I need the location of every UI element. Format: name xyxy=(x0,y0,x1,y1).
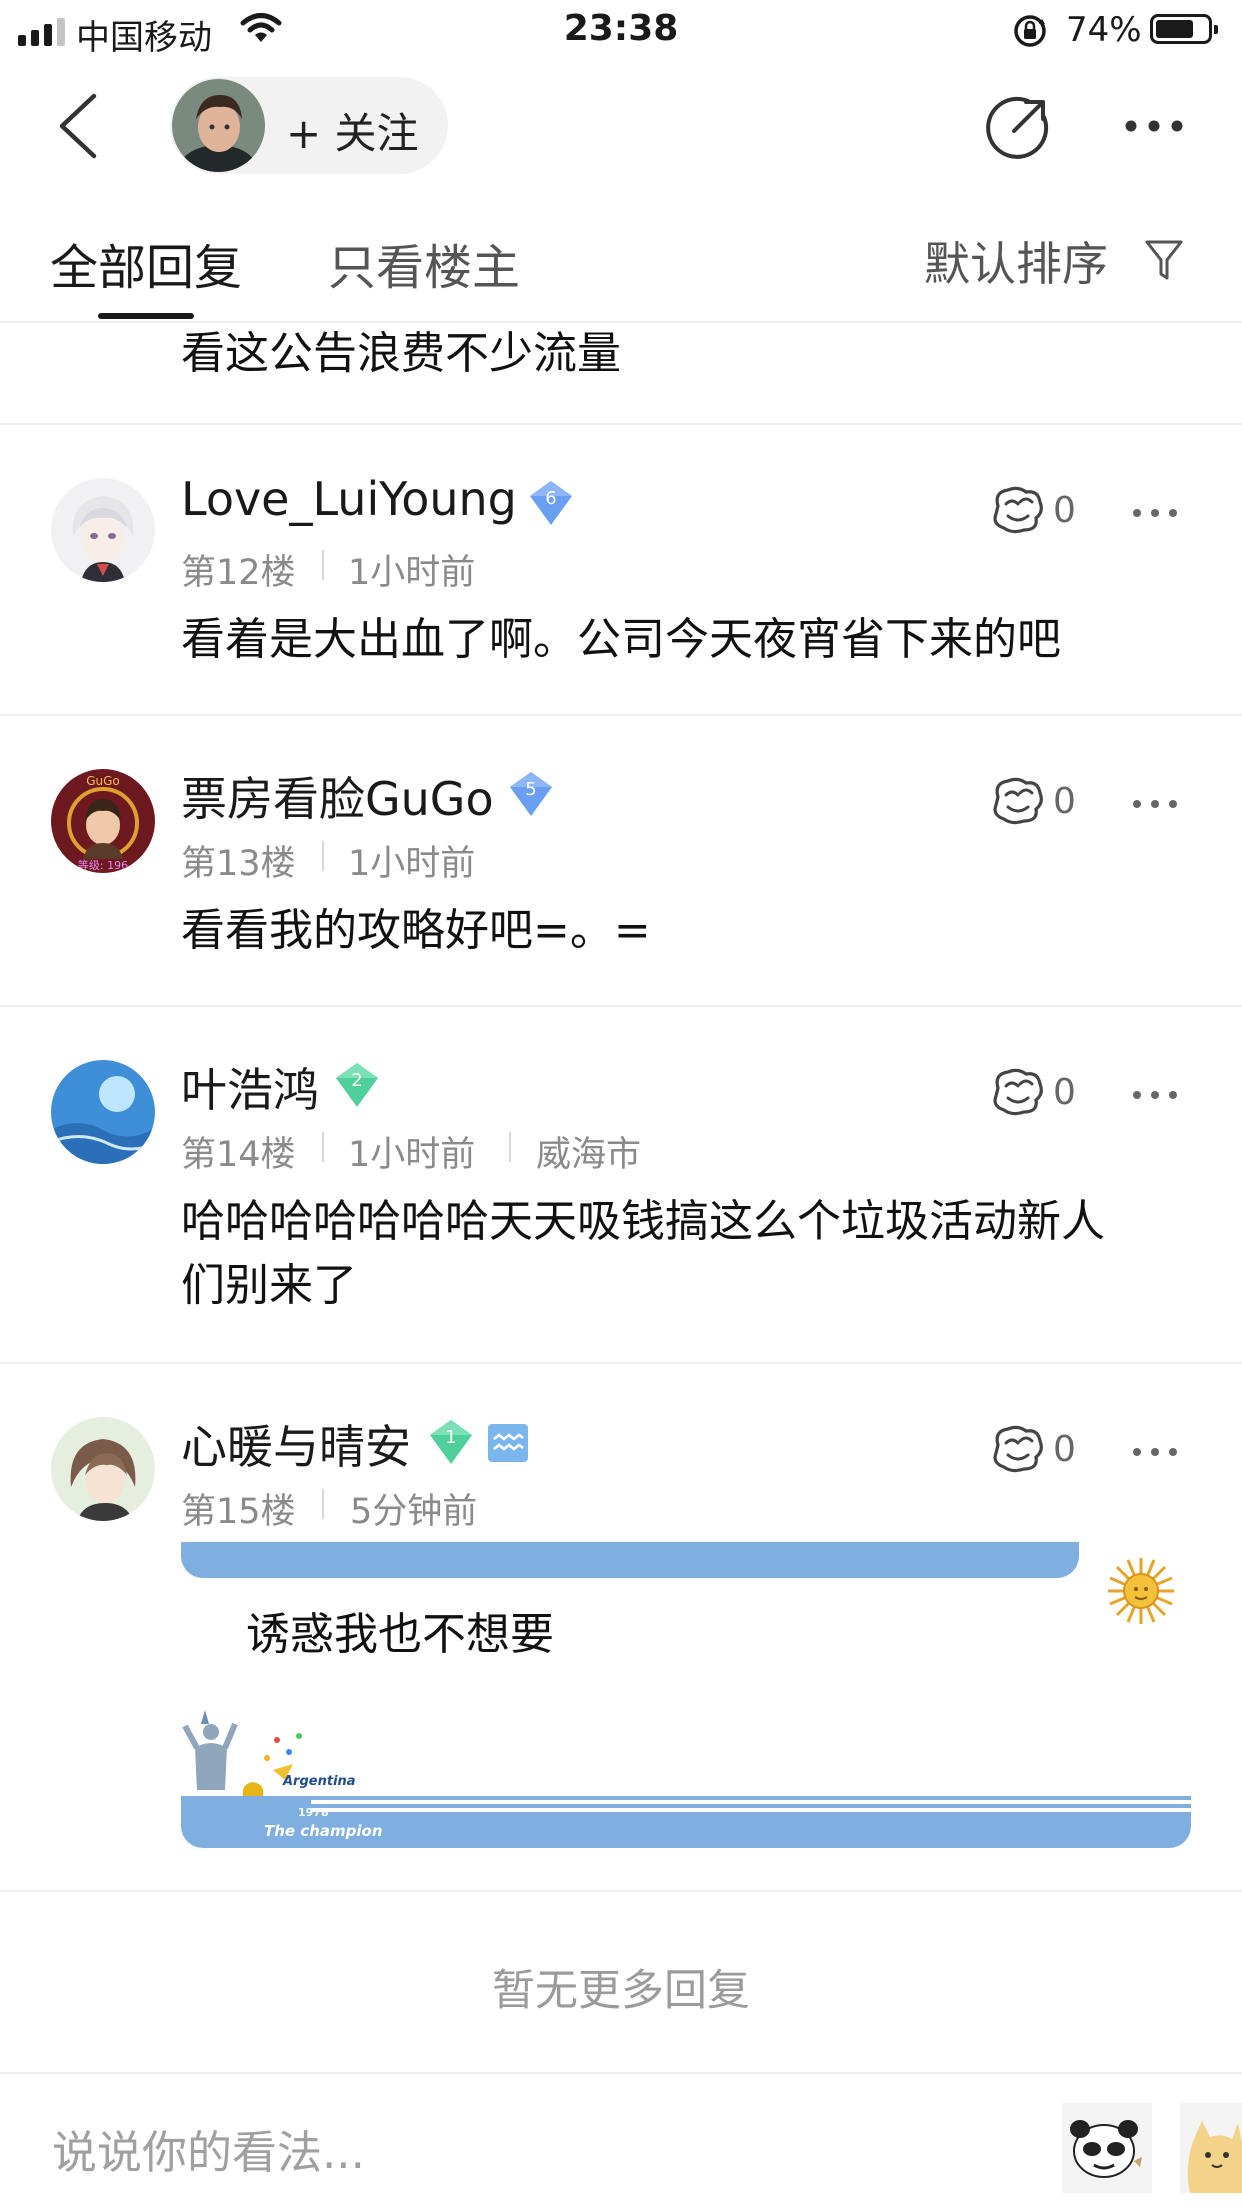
post-time: 1小时前 xyxy=(348,844,476,884)
panda-sticker-icon[interactable] xyxy=(1062,2103,1152,2193)
username[interactable]: 票房看脸GuGo xyxy=(181,763,494,829)
more-options-icon[interactable] xyxy=(1124,118,1184,137)
status-time: 23:38 xyxy=(563,8,679,49)
level-number: 1 xyxy=(445,1427,456,1448)
divider xyxy=(0,714,1242,716)
divider xyxy=(0,1890,1242,1892)
like-icon[interactable] xyxy=(990,1066,1046,1122)
sort-dropdown[interactable]: 默认排序 xyxy=(924,228,1108,294)
user-avatar[interactable] xyxy=(51,1060,155,1164)
comment-text: 看这公告浪费不少流量 xyxy=(181,328,621,379)
status-bar: 中国移动 23:38 74% xyxy=(0,0,1242,62)
tab-all-replies[interactable]: 全部回复 xyxy=(50,228,242,298)
divider xyxy=(0,1362,1242,1364)
level-badge: 1 xyxy=(426,1417,476,1467)
author-avatar[interactable] xyxy=(172,79,265,172)
username[interactable]: 心暖与晴安 xyxy=(181,1411,411,1477)
floor-number: 第12楼 xyxy=(181,553,296,593)
active-tab-indicator xyxy=(98,313,194,319)
back-button[interactable] xyxy=(56,92,100,164)
comment-text: 看着是大出血了啊。公司今天夜宵省下来的吧 xyxy=(181,614,1061,665)
rotation-lock-icon xyxy=(1012,13,1048,58)
divider xyxy=(0,1005,1242,1007)
floor-number: 第13楼 xyxy=(181,844,296,884)
follow-label: + 关注 xyxy=(286,109,419,158)
level-badge: 5 xyxy=(506,769,556,819)
comment-text-line2: 们别来了 xyxy=(181,1260,357,1311)
like-count: 0 xyxy=(1053,490,1076,531)
avatar-label: GuGo xyxy=(86,774,120,788)
post-time: 5分钟前 xyxy=(350,1492,478,1532)
like-icon[interactable] xyxy=(990,775,1046,831)
cat-sticker-icon[interactable] xyxy=(1180,2103,1242,2193)
comment-tail-top xyxy=(181,1542,1079,1578)
meta-divider xyxy=(322,841,324,871)
floor-number: 第15楼 xyxy=(181,1492,296,1532)
aquarius-badge-icon xyxy=(488,1424,528,1466)
username[interactable]: Love_LuiYoung xyxy=(181,472,517,526)
filter-icon[interactable] xyxy=(1144,238,1184,286)
battery-icon xyxy=(1150,14,1218,44)
meta-divider xyxy=(322,550,324,580)
user-avatar[interactable]: GuGo 等级: 196 xyxy=(51,769,155,873)
like-icon[interactable] xyxy=(990,484,1046,540)
meta-divider xyxy=(509,1132,511,1162)
like-count: 0 xyxy=(1053,1072,1076,1113)
user-avatar[interactable] xyxy=(51,1417,155,1521)
share-icon[interactable] xyxy=(984,95,1050,165)
comment-text: 看看我的攻略好吧=。= xyxy=(181,905,651,956)
floor-number: 第14楼 xyxy=(181,1135,296,1175)
level-badge: 6 xyxy=(526,478,576,528)
like-count: 0 xyxy=(1053,781,1076,822)
tail-caption: The champion xyxy=(264,1822,383,1840)
post-location: 威海市 xyxy=(536,1135,642,1175)
no-more-replies: 暂无更多回复 xyxy=(492,1966,750,2016)
level-number: 2 xyxy=(351,1070,362,1091)
sun-of-may-icon xyxy=(1106,1556,1176,1630)
like-icon[interactable] xyxy=(990,1423,1046,1479)
chevron-left-icon xyxy=(59,93,97,159)
tab-owner-only[interactable]: 只看楼主 xyxy=(328,228,520,298)
tail-title: Argentina xyxy=(283,1774,356,1789)
tail-year: 1978 xyxy=(298,1806,329,1819)
level-number: 5 xyxy=(525,779,536,800)
avatar-label: 等级: 196 xyxy=(78,858,128,872)
username[interactable]: 叶浩鸿 xyxy=(181,1054,319,1120)
battery-percent: 74% xyxy=(1066,10,1142,50)
meta-divider xyxy=(322,1489,324,1519)
comment-more-icon[interactable] xyxy=(1132,503,1178,522)
divider xyxy=(0,423,1242,425)
comment-more-icon[interactable] xyxy=(1132,1442,1178,1461)
post-time: 1小时前 xyxy=(348,553,476,593)
level-number: 6 xyxy=(545,488,556,509)
like-count: 0 xyxy=(1053,1429,1076,1470)
post-time: 1小时前 xyxy=(348,1135,476,1175)
comment-more-icon[interactable] xyxy=(1132,1085,1178,1104)
comment-input[interactable]: 说说你的看法... xyxy=(52,2116,365,2181)
comment-text: 哈哈哈哈哈哈哈天天吸钱搞这么个垃圾活动新人 xyxy=(181,1196,1105,1247)
comment-more-icon[interactable] xyxy=(1132,794,1178,813)
level-badge: 2 xyxy=(332,1060,382,1110)
meta-divider xyxy=(322,1132,324,1162)
comment-text: 诱惑我也不想要 xyxy=(246,1609,554,1660)
user-avatar[interactable] xyxy=(51,478,155,582)
